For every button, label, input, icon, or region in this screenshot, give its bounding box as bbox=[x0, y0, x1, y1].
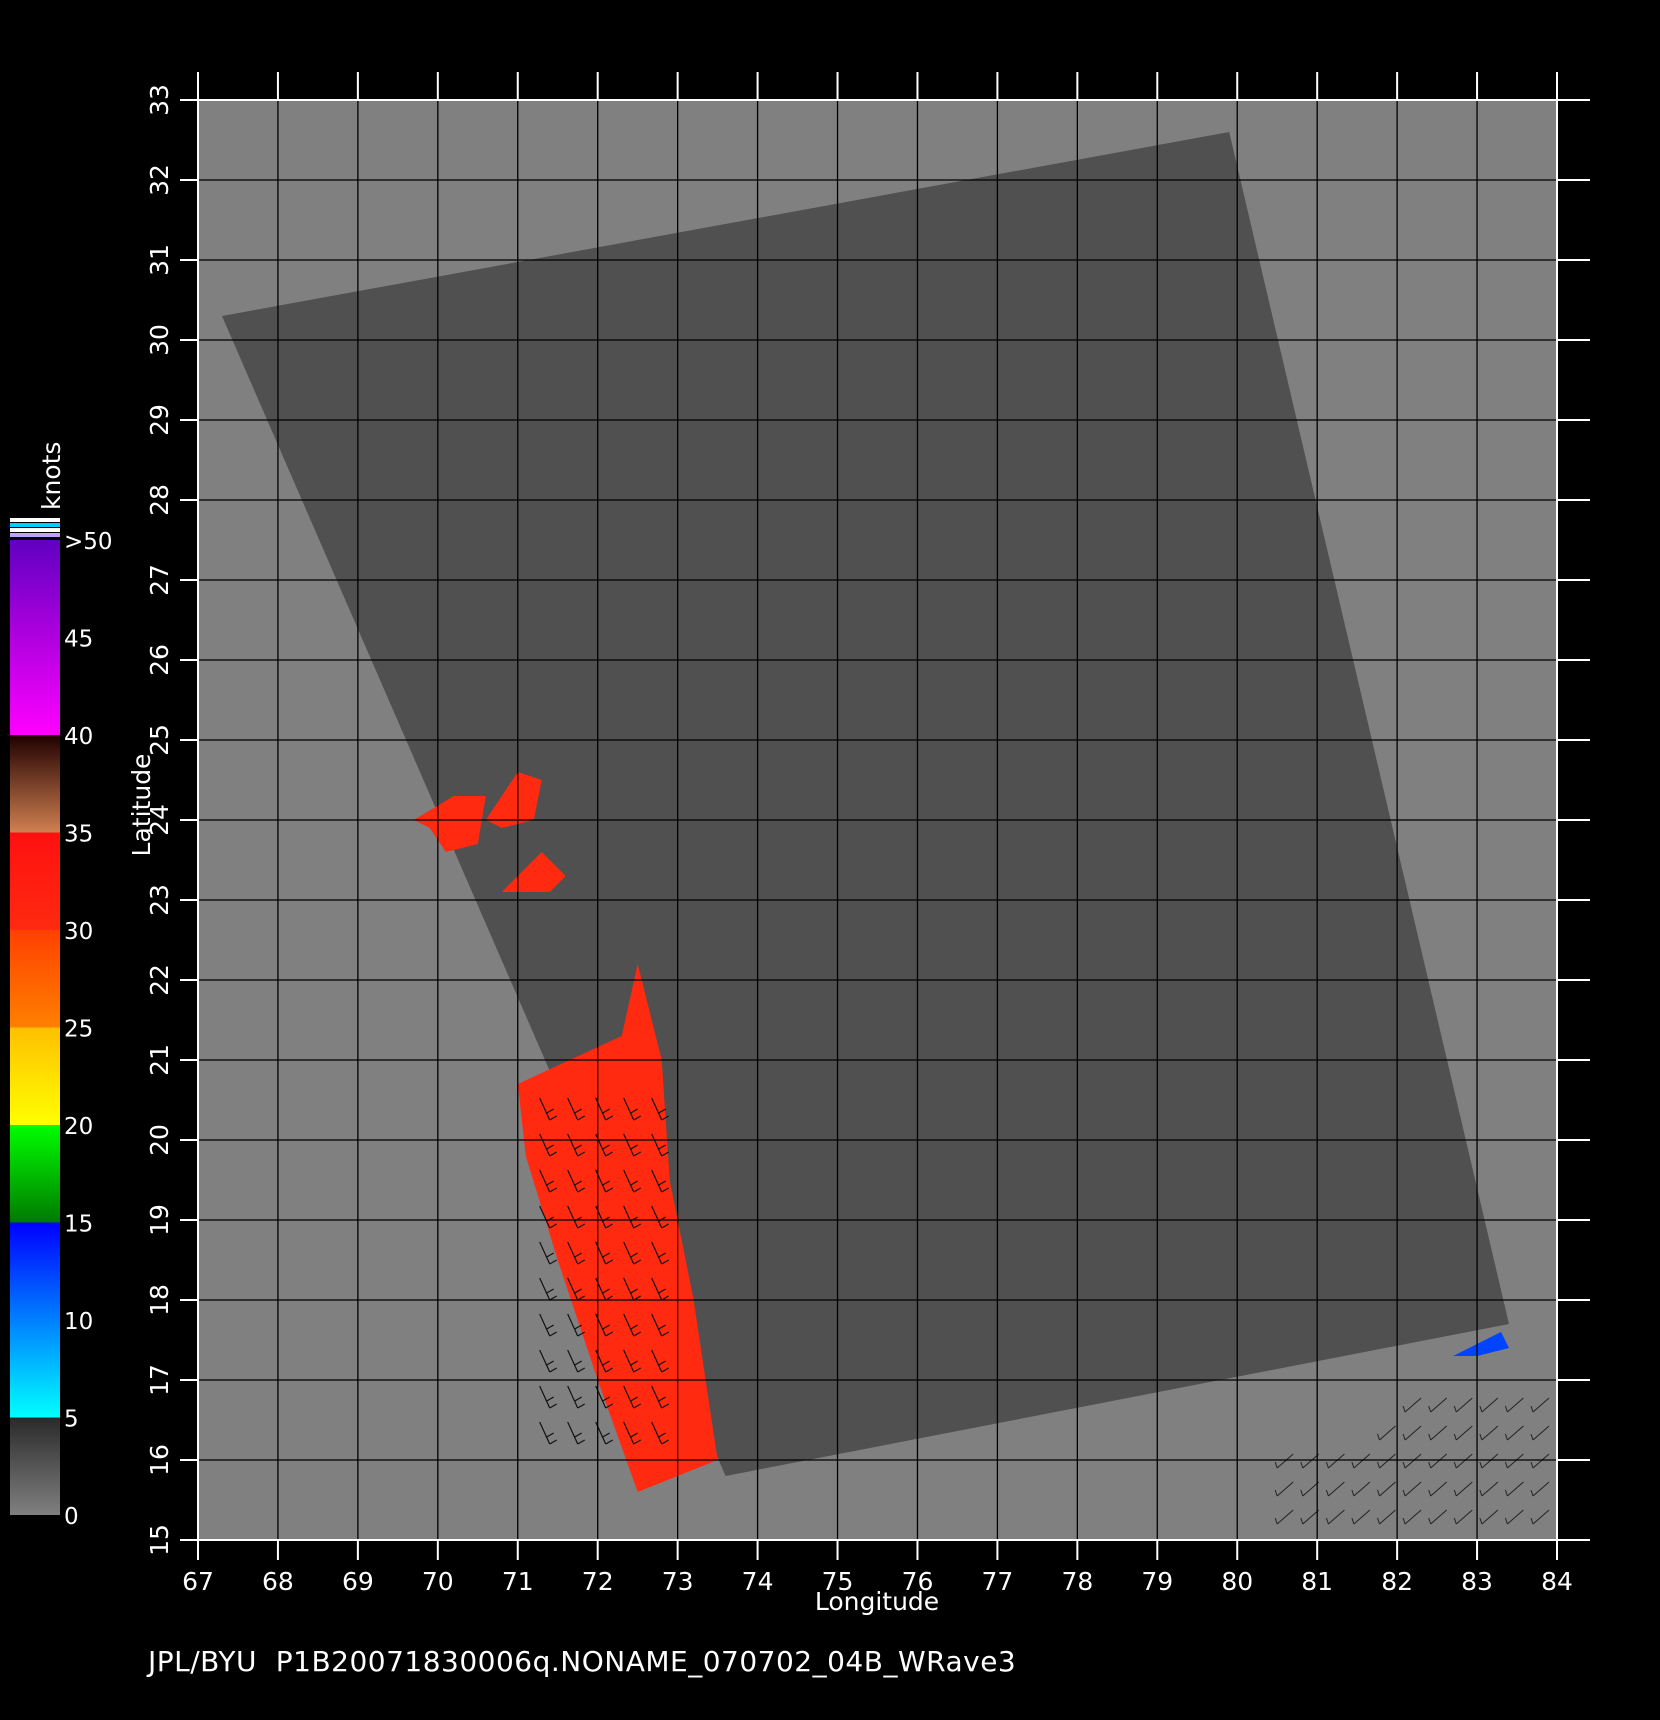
colorbar-label-6: 20 bbox=[64, 1114, 93, 1140]
lat-label-23: 23 bbox=[145, 884, 174, 916]
colorbar-label-1: 45 bbox=[64, 627, 93, 653]
lon-label-82: 82 bbox=[1381, 1567, 1413, 1596]
x-axis-label: Longitude bbox=[815, 1587, 939, 1616]
lat-label-26: 26 bbox=[145, 644, 174, 676]
colorbar-overflow-stripe-1 bbox=[10, 523, 60, 527]
colorbar-overflow-stripe-0 bbox=[10, 518, 60, 522]
lon-label-81: 81 bbox=[1301, 1567, 1333, 1596]
colorbar-labels: >50 45 40 35 30 25 20 15 10 5 0 bbox=[64, 529, 113, 1530]
colorbar-label-10: 0 bbox=[64, 1504, 79, 1530]
colorbar-label-8: 10 bbox=[64, 1309, 93, 1335]
lon-label-72: 72 bbox=[582, 1567, 614, 1596]
lat-label-28: 28 bbox=[145, 484, 174, 516]
lat-label-17: 17 bbox=[145, 1364, 174, 1396]
lon-label-67: 67 bbox=[182, 1567, 214, 1596]
lon-label-74: 74 bbox=[742, 1567, 774, 1596]
lat-label-33: 33 bbox=[145, 84, 174, 116]
colorbar-label-2: 40 bbox=[64, 724, 93, 750]
lat-label-15: 15 bbox=[145, 1524, 174, 1556]
colorbar-overflow-stripe-3 bbox=[10, 533, 60, 537]
lon-label-77: 77 bbox=[982, 1567, 1014, 1596]
lat-label-19: 19 bbox=[145, 1204, 174, 1236]
lon-label-68: 68 bbox=[262, 1567, 294, 1596]
colorbar-segment-20-25 bbox=[10, 1027, 60, 1125]
lon-label-70: 70 bbox=[422, 1567, 454, 1596]
colorbar-label-3: 35 bbox=[64, 822, 93, 848]
colorbar-label-0: >50 bbox=[64, 529, 113, 555]
lon-label-73: 73 bbox=[662, 1567, 694, 1596]
product-caption: JPL/BYU P1B20071830006q.NONAME_070702_04… bbox=[148, 1645, 1017, 1678]
lat-label-30: 30 bbox=[145, 324, 174, 356]
colorbar-segment-0-5 bbox=[10, 1417, 60, 1515]
colorbar-segment-40-50 bbox=[10, 540, 60, 735]
lon-label-78: 78 bbox=[1061, 1567, 1093, 1596]
colorbar-segments bbox=[10, 518, 60, 1515]
colorbar-segment-30-35 bbox=[10, 832, 60, 930]
lat-label-29: 29 bbox=[145, 404, 174, 436]
y-axis-label: Latitude bbox=[127, 754, 156, 857]
colorbar-label-5: 25 bbox=[64, 1017, 93, 1043]
colorbar: >50 45 40 35 30 25 20 15 10 5 0 knots bbox=[10, 442, 113, 1530]
lat-label-27: 27 bbox=[145, 564, 174, 596]
lon-label-84: 84 bbox=[1541, 1567, 1573, 1596]
lat-label-32: 32 bbox=[145, 164, 174, 196]
colorbar-label-7: 15 bbox=[64, 1212, 93, 1238]
lat-label-20: 20 bbox=[145, 1124, 174, 1156]
lon-label-79: 79 bbox=[1141, 1567, 1173, 1596]
colorbar-segment-5-15 bbox=[10, 1222, 60, 1418]
colorbar-overflow-stripe-2 bbox=[10, 528, 60, 532]
lon-label-83: 83 bbox=[1461, 1567, 1493, 1596]
colorbar-segment-35-40 bbox=[10, 735, 60, 833]
lat-label-25: 25 bbox=[145, 724, 174, 756]
lat-label-16: 16 bbox=[145, 1444, 174, 1476]
colorbar-segment-25-30 bbox=[10, 930, 60, 1028]
lon-label-71: 71 bbox=[502, 1567, 534, 1596]
lon-label-69: 69 bbox=[342, 1567, 374, 1596]
lat-label-18: 18 bbox=[145, 1284, 174, 1316]
lat-label-22: 22 bbox=[145, 964, 174, 996]
lat-label-21: 21 bbox=[145, 1044, 174, 1076]
colorbar-label-9: 5 bbox=[64, 1407, 79, 1433]
colorbar-unit: knots bbox=[37, 442, 66, 510]
lon-label-80: 80 bbox=[1221, 1567, 1253, 1596]
colorbar-label-4: 30 bbox=[64, 919, 93, 945]
lat-label-31: 31 bbox=[145, 244, 174, 276]
colorbar-segment-15-20 bbox=[10, 1125, 60, 1223]
wind-map: 67 68 69 70 71 72 73 74 75 76 77 78 79 80 81 82 83 84 151… bbox=[10, 72, 1590, 1616]
